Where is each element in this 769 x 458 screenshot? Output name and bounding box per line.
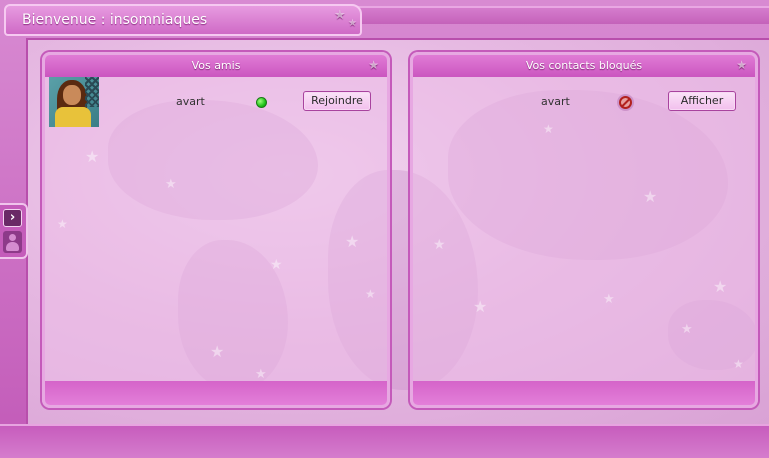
star-decoration-icon: ★: [57, 217, 68, 231]
star-decoration-icon: ★: [473, 297, 488, 316]
star-decoration-icon: ★: [365, 287, 376, 301]
blocked-panel: Vos contacts bloqués ★ ★ ★ ★ ★ ★ ★ ★ ★ a…: [410, 52, 758, 408]
friends-panel-footer: [45, 381, 387, 405]
friends-panel-title: Vos amis: [191, 59, 241, 72]
star-decoration-icon: ★: [165, 177, 177, 192]
top-strip: [358, 6, 769, 24]
friends-panel: Vos amis ★ ★ ★ ★ ★ ★ ★ ★ ★ avart Rejoind…: [42, 52, 390, 408]
friends-list: ★ ★ ★ ★ ★ ★ ★ ★ avart Rejoindre: [45, 77, 387, 383]
star-decoration-icon: ★: [334, 8, 346, 23]
star-decoration-icon: ★: [433, 237, 446, 253]
list-item: avart Rejoindre: [45, 77, 387, 137]
list-item: avart Afficher: [413, 77, 755, 137]
star-decoration-icon: ★: [210, 342, 225, 361]
star-decoration-icon: ★: [713, 277, 728, 296]
blocked-panel-title: Vos contacts bloqués: [525, 59, 643, 72]
star-decoration-icon: ★: [270, 257, 283, 273]
join-button[interactable]: Rejoindre: [303, 91, 371, 111]
star-decoration-icon: ★: [345, 232, 360, 251]
bottom-band: [0, 424, 769, 458]
star-decoration-icon: ★: [736, 58, 747, 72]
blocked-list: ★ ★ ★ ★ ★ ★ ★ ★ avart Afficher: [413, 77, 755, 383]
blocked-panel-header: Vos contacts bloqués ★: [413, 55, 755, 77]
blocked-contact-name: avart: [541, 95, 570, 108]
star-decoration-icon: ★: [348, 18, 357, 29]
avatar[interactable]: [49, 77, 99, 127]
friend-name: avart: [176, 95, 205, 108]
window-title-tab: Bienvenue : insomniaques ★ ★: [4, 4, 362, 36]
blocked-status-icon: [619, 96, 632, 109]
friends-panel-header: Vos amis ★: [45, 55, 387, 77]
show-button[interactable]: Afficher: [668, 91, 736, 111]
window-title: Bienvenue : insomniaques: [22, 12, 208, 28]
app-window: Bienvenue : insomniaques ★ ★ › Vos amis …: [0, 0, 769, 458]
person-icon[interactable]: [3, 231, 22, 253]
chevron-right-icon[interactable]: ›: [3, 209, 22, 227]
online-status-icon: [256, 97, 267, 108]
star-decoration-icon: ★: [368, 58, 379, 72]
star-decoration-icon: ★: [85, 147, 100, 166]
star-decoration-icon: ★: [603, 292, 615, 307]
star-decoration-icon: ★: [255, 367, 267, 382]
star-decoration-icon: ★: [681, 322, 693, 337]
side-tab: ›: [0, 203, 28, 259]
star-decoration-icon: ★: [733, 357, 744, 371]
blocked-panel-footer: [413, 381, 755, 405]
star-decoration-icon: ★: [643, 187, 658, 206]
